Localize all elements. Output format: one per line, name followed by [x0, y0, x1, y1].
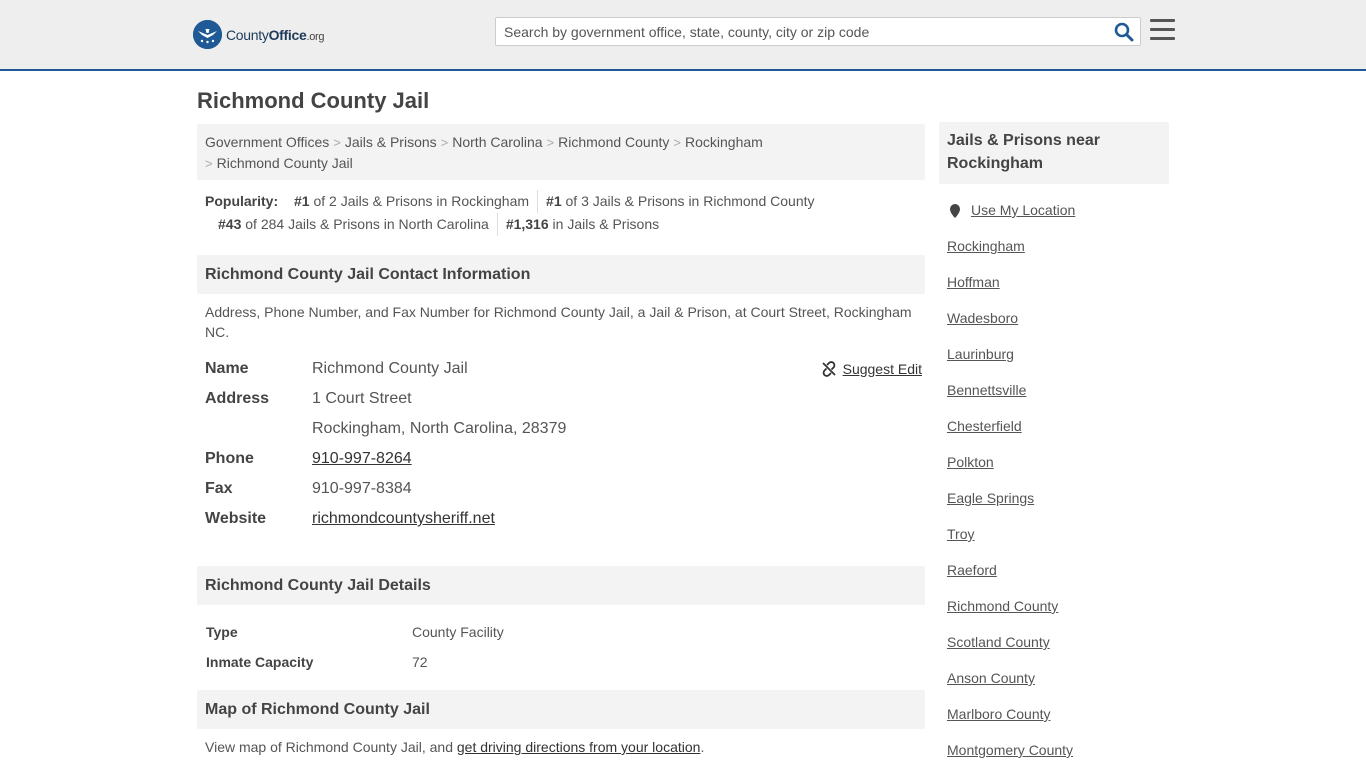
search-button[interactable] — [1114, 22, 1134, 42]
contact-row-website: Website richmondcountysheriff.net — [205, 510, 495, 527]
nearby-link[interactable]: Scotland County — [947, 634, 1050, 650]
sidebar-heading: Jails & Prisons near Rockingham — [939, 122, 1169, 184]
suggest-edit-link[interactable]: Suggest Edit — [843, 354, 922, 384]
list-item: Eagle Springs — [947, 488, 1161, 524]
fax-number: 910-997-8384 — [312, 480, 412, 497]
phone-link[interactable]: 910-997-8264 — [312, 450, 412, 467]
nearby-link[interactable]: Anson County — [947, 670, 1035, 686]
main-content: Government Offices > Jails & Prisons > North… — [197, 124, 925, 757]
breadcrumb-rockingham[interactable]: Rockingham — [685, 134, 763, 150]
nearby-link[interactable]: Marlboro County — [947, 706, 1051, 722]
list-item: Bennettsville — [947, 380, 1161, 416]
logo-wordmark: CountyOffice.org — [226, 26, 325, 43]
search-icon — [1114, 22, 1134, 42]
site-logo[interactable]: CountyOffice.org — [193, 20, 325, 49]
search-box — [495, 17, 1141, 46]
contact-section-heading: Richmond County Jail Contact Information — [197, 255, 925, 294]
list-item: Troy — [947, 524, 1161, 560]
breadcrumb-government-offices[interactable]: Government Offices — [205, 134, 329, 150]
list-item: Raeford — [947, 560, 1161, 596]
list-item: Marlboro County — [947, 704, 1161, 740]
breadcrumb-jails-prisons[interactable]: Jails & Prisons — [345, 134, 437, 150]
nearby-link[interactable]: Rockingham — [947, 238, 1025, 254]
contact-description: Address, Phone Number, and Fax Number fo… — [205, 304, 912, 340]
popularity-rank-item: #1,316 in Jails & Prisons — [505, 216, 660, 232]
list-item: Wadesboro — [947, 308, 1161, 344]
contact-info: Suggest Edit Name Richmond County Jail A… — [197, 354, 925, 534]
contact-row-fax: Fax 910-997-8384 — [205, 474, 917, 504]
list-item: Laurinburg — [947, 344, 1161, 380]
use-my-location-link[interactable]: Use My Location — [971, 200, 1075, 220]
map-description: View map of Richmond County Jail, and ge… — [205, 739, 705, 755]
nearby-link[interactable]: Richmond County — [947, 598, 1058, 614]
nearby-link[interactable]: Chesterfield — [947, 418, 1022, 434]
contact-row-name: Name Richmond County Jail — [205, 354, 917, 384]
sidebar: Jails & Prisons near Rockingham Use My L… — [939, 122, 1169, 776]
nearby-link[interactable]: Polkton — [947, 454, 994, 470]
popularity-rank-item: #43 of 284 Jails & Prisons in North Caro… — [210, 213, 498, 236]
map-section-heading: Map of Richmond County Jail — [197, 690, 925, 729]
contact-row-address: Address 1 Court Street — [205, 384, 917, 414]
list-item: Montgomery County — [947, 740, 1161, 776]
hamburger-menu-icon[interactable] — [1150, 19, 1175, 41]
popularity-rank-item: #1 of 2 Jails & Prisons in Rockingham — [286, 190, 539, 213]
list-item: Scotland County — [947, 632, 1161, 668]
nearby-link[interactable]: Laurinburg — [947, 346, 1014, 362]
chevron-right-icon: > — [333, 135, 341, 150]
nearby-link[interactable]: Bennettsville — [947, 382, 1026, 398]
chevron-right-icon: > — [205, 156, 213, 171]
list-item: Chesterfield — [947, 416, 1161, 452]
details-row-capacity: Inmate Capacity 72 — [206, 654, 428, 670]
chevron-right-icon: > — [546, 135, 555, 150]
details-row-type: Type County Facility — [206, 624, 504, 640]
list-item: Richmond County — [947, 596, 1161, 632]
site-header: CountyOffice.org — [0, 0, 1366, 71]
page-title: Richmond County Jail — [197, 88, 430, 113]
nearby-link[interactable]: Raeford — [947, 562, 997, 578]
details-section-heading: Richmond County Jail Details — [197, 566, 925, 605]
popularity-rank-item: #1 of 3 Jails & Prisons in Richmond Coun… — [546, 193, 815, 209]
breadcrumb-north-carolina[interactable]: North Carolina — [452, 134, 542, 150]
use-my-location[interactable]: Use My Location — [947, 200, 1161, 236]
nearby-link[interactable]: Eagle Springs — [947, 490, 1034, 506]
nearby-link[interactable]: Wadesboro — [947, 310, 1018, 326]
address-line1: 1 Court Street — [312, 390, 412, 407]
nearby-link[interactable]: Troy — [947, 526, 974, 542]
eagle-seal-icon — [193, 20, 222, 49]
details-table: Type County Facility Inmate Capacity 72 — [197, 605, 925, 677]
nearby-list: Use My Location Rockingham Hoffman Wades… — [939, 200, 1169, 776]
website-link[interactable]: richmondcountysheriff.net — [312, 510, 495, 527]
breadcrumb-richmond-county[interactable]: Richmond County — [558, 134, 669, 150]
breadcrumb-current: Richmond County Jail — [216, 155, 353, 171]
nearby-link[interactable]: Montgomery County — [947, 742, 1073, 758]
list-item: Polkton — [947, 452, 1161, 488]
chevron-right-icon: > — [673, 135, 681, 150]
search-input[interactable] — [504, 22, 1104, 42]
contact-row-phone: Phone 910-997-8264 — [205, 450, 412, 467]
popularity-label: Popularity: — [205, 193, 279, 209]
list-item: Rockingham — [947, 236, 1161, 272]
facility-name: Richmond County Jail — [312, 360, 468, 377]
popularity-rankings: Popularity: #1 of 2 Jails & Prisons in R… — [197, 190, 925, 236]
nearby-link[interactable]: Hoffman — [947, 274, 1000, 290]
driving-directions-link[interactable]: get driving directions from your locatio… — [457, 739, 701, 755]
chevron-right-icon: > — [440, 135, 449, 150]
breadcrumb: Government Offices > Jails & Prisons > North… — [197, 124, 925, 180]
list-item: Hoffman — [947, 272, 1161, 308]
map-pin-icon — [950, 204, 960, 218]
suggest-edit[interactable]: Suggest Edit — [821, 354, 922, 384]
broken-link-icon — [821, 361, 836, 377]
list-item: Anson County — [947, 668, 1161, 704]
address-line2: Rockingham, North Carolina, 28379 — [312, 420, 567, 437]
contact-row-address2: Rockingham, North Carolina, 28379 — [205, 414, 917, 444]
